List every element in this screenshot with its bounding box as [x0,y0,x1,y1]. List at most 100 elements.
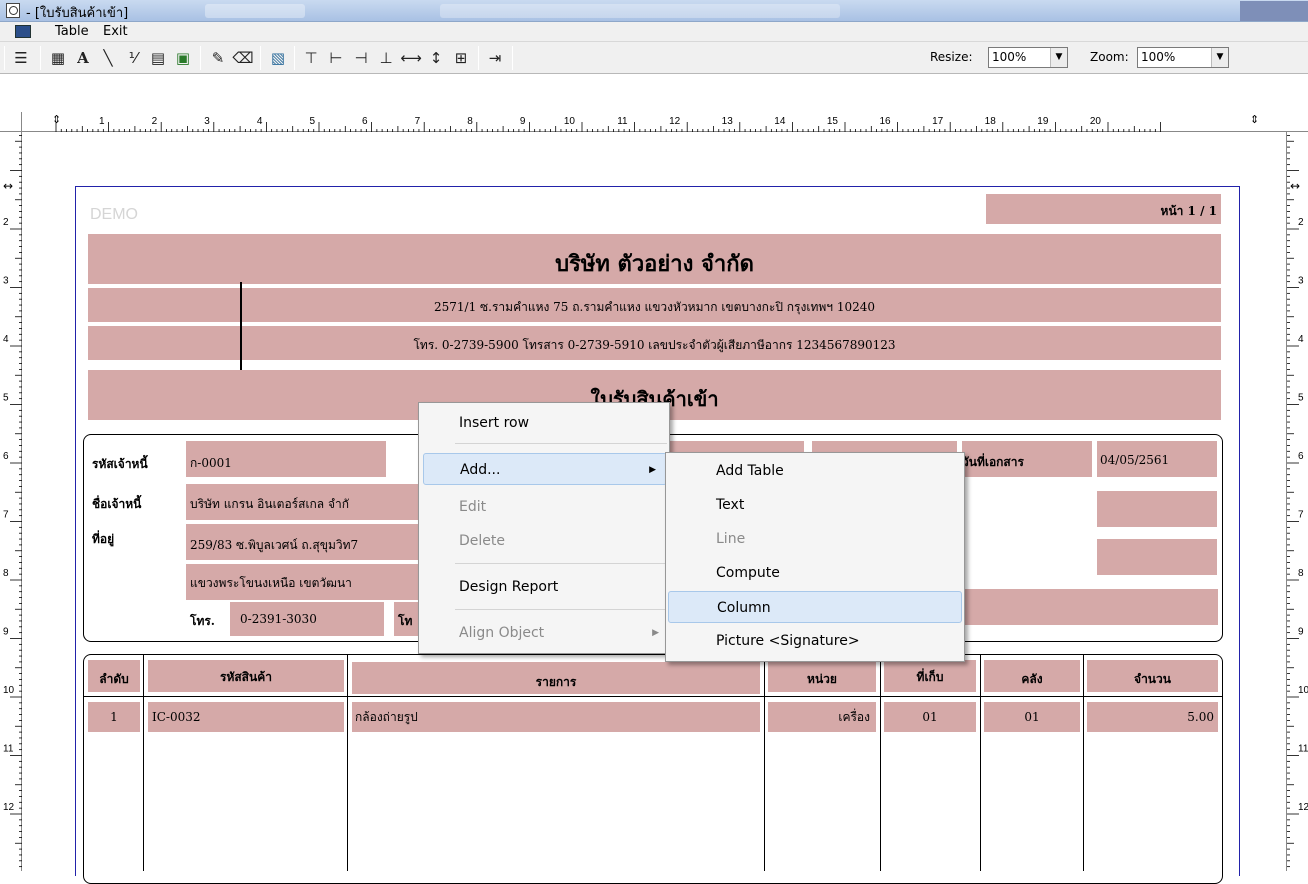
phone-label: โทร. [190,614,215,628]
col-header[interactable]: จำนวน [1087,660,1218,692]
ruler-number: 4 [1298,334,1304,345]
company-address: 2571/1 ซ.รามคำแหง 75 ถ.รามคำแหง แขวงหัวห… [433,300,875,314]
margin-marker-icon[interactable]: ⇕ [1250,113,1259,126]
header-field[interactable] [940,589,1218,625]
design-icon[interactable]: ✎ [207,47,229,69]
ruler-number: 20 [1090,116,1102,127]
exit-icon[interactable]: ⇥ [484,47,506,69]
menu-table[interactable]: Table [55,24,89,39]
ruler-number: 5 [309,116,315,127]
ruler-number: 4 [257,116,263,127]
ruler-number: 10 [3,685,15,696]
col-header[interactable]: หน่วย [768,660,876,692]
col-divider [1083,654,1084,871]
align-right-icon[interactable]: ⊣ [350,47,372,69]
chevron-right-icon: ▶ [652,628,659,638]
table-row-no[interactable]: 1 [88,702,140,732]
resize-select[interactable]: 100% ▼ [988,47,1068,68]
submenu-item-column[interactable]: Column [668,591,962,623]
menu-separator [455,609,667,610]
ruler-number: 11 [1298,744,1308,755]
doc-date-label: วันที่เอกสาร [962,455,1024,469]
col-divider [980,654,981,871]
company-contact-field[interactable]: โทร. 0-2739-5900 โทรสาร 0-2739-5910 เลขป… [88,326,1221,360]
ruler-number: 8 [3,568,9,579]
same-height-icon[interactable]: ↕ [425,47,447,69]
company-name-field[interactable]: บริษัท ตัวอย่าง จำกัด [88,234,1221,284]
table-row-location[interactable]: 01 [884,702,976,732]
submenu-item-text[interactable]: Text [666,489,964,521]
col-header-label: รหัสสินค้า [220,670,272,684]
ruler-number: 11 [617,116,628,127]
creditor-name: บริษัท แกรน อินเตอร์สเกล จำกั [190,497,350,511]
submenu-item-picture-signature[interactable]: Picture <Signature> [666,625,964,657]
submenu-item-compute[interactable]: Compute [666,557,964,589]
window-controls[interactable] [1240,1,1308,21]
creditor-code-field[interactable]: ก-0001 [186,441,386,477]
window-title: - [ใบรับสินค้าเข้า] [26,6,129,21]
margin-marker-icon[interactable]: ⇕ [52,113,61,126]
menu-item-delete[interactable]: Delete [419,525,669,557]
align-bottom-icon[interactable]: ⊥ [375,47,397,69]
zoom-select[interactable]: 100% ▼ [1137,47,1229,68]
doc-date-field[interactable]: 04/05/2561 [1097,441,1217,477]
col-header-label: ลำดับ [99,672,129,686]
line-icon[interactable]: ╲ [97,47,119,69]
header-field[interactable] [1097,491,1217,527]
table-row-name[interactable]: กล้องถ่ายรูป [352,702,760,732]
col-header[interactable]: รหัสสินค้า [148,660,344,692]
menu-item-edit[interactable]: Edit [419,491,669,523]
vertical-ruler-right[interactable]: 2 3 4 5 6 7 8 9 10 11 12 ↔ [1286,132,1308,871]
company-address-field[interactable]: 2571/1 ซ.รามคำแหง 75 ถ.รามคำแหง แขวงหัวห… [88,288,1221,322]
eraser-icon[interactable]: ⌫ [232,47,254,69]
table-icon[interactable]: ▦ [47,47,69,69]
submenu-item-add-table[interactable]: Add Table [666,455,964,487]
menu-item-design-report[interactable]: Design Report [419,571,669,603]
vertical-ruler[interactable]: 2 3 4 5 6 7 8 9 10 11 12 ↔ [0,132,22,871]
picture-icon[interactable]: ▣ [172,47,194,69]
menu-item-add[interactable]: Add... ▶ [423,453,667,485]
header-field[interactable] [1097,539,1217,575]
watermark: DEMO [90,206,138,223]
address-line2-field[interactable]: แขวงพระโขนงเหนือ เขตวัฒนา [186,564,426,600]
doc-date-label-field[interactable]: วันที่เอกสาร [962,441,1092,477]
col-header-label: คลัง [1021,672,1043,686]
menu-item-insert-row[interactable]: Insert row [419,407,669,439]
col-header-label: รายการ [535,675,577,689]
compute-icon[interactable]: ⅟ [122,47,144,69]
same-width-icon[interactable]: ⟷ [400,47,422,69]
image-icon[interactable]: ▧ [267,47,289,69]
col-header[interactable]: คลัง [984,660,1080,692]
phone-field[interactable]: 0-2391-3030 [230,602,384,636]
menu-bar: Table Exit [0,22,1308,42]
submenu-item-line[interactable]: Line [666,523,964,555]
column-list-icon[interactable]: ☰ [10,47,32,69]
address-line1: 259/83 ซ.พิบูลเวศน์ ถ.สุขุมวิท7 [190,538,359,552]
align-left-icon[interactable]: ⊢ [325,47,347,69]
menu-item-align-object[interactable]: Align Object ▶ [419,617,669,649]
creditor-name-field[interactable]: บริษัท แกรน อินเตอร์สเกล จำกั [186,484,426,520]
chevron-down-icon[interactable]: ▼ [1050,48,1067,67]
table-row-code[interactable]: IC-0032 [148,702,344,732]
table-row-warehouse[interactable]: 01 [984,702,1080,732]
align-top-icon[interactable]: ⊤ [300,47,322,69]
column-icon[interactable]: ▤ [147,47,169,69]
margin-marker-icon[interactable]: ↔ [3,179,13,193]
toolbar: ☰ ▦ A ╲ ⅟ ▤ ▣ ✎ ⌫ ▧ ⊤ ⊢ ⊣ ⊥ ⟷ ↕ ⊞ ⇥ Resi… [0,42,1308,74]
same-size-icon[interactable]: ⊞ [450,47,472,69]
col-header[interactable]: ที่เก็บ [884,660,976,692]
ruler-number: 6 [3,451,9,462]
phone: 0-2391-3030 [240,612,317,626]
page-number-field[interactable]: หน้า 1 / 1 [986,194,1221,224]
margin-marker-icon[interactable]: ↔ [1290,179,1300,193]
table-row-qty[interactable]: 5.00 [1087,702,1218,732]
horizontal-ruler[interactable]: 1 2 3 4 5 6 7 8 9 10 11 12 13 14 15 16 17 18 19 20 ⇕ ⇕ [22,112,1308,132]
chevron-down-icon[interactable]: ▼ [1211,48,1228,67]
menu-exit[interactable]: Exit [103,24,128,39]
text-icon[interactable]: A [72,47,94,69]
page-number: หน้า 1 / 1 [1160,204,1217,218]
address-line1-field[interactable]: 259/83 ซ.พิบูลเวศน์ ถ.สุขุมวิท7 [186,524,426,560]
col-header[interactable]: รายการ [352,662,760,694]
table-row-unit[interactable]: เครื่อง [768,702,876,732]
col-header[interactable]: ลำดับ [88,660,140,692]
